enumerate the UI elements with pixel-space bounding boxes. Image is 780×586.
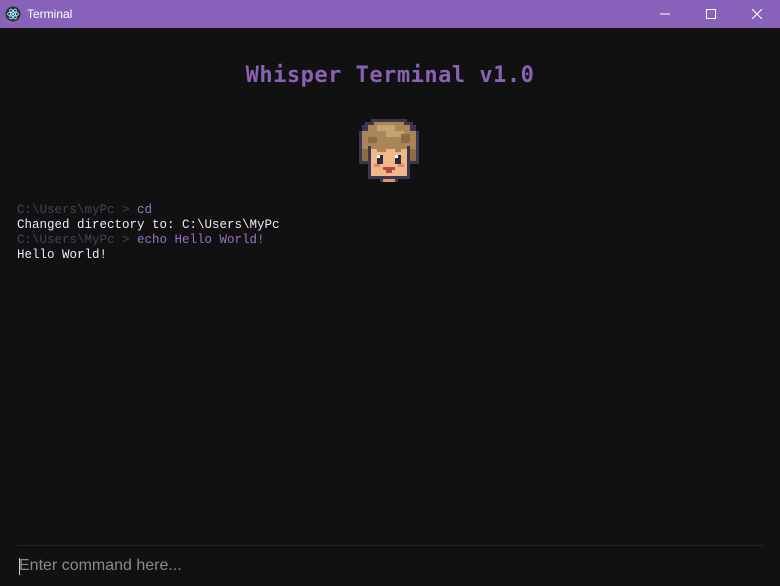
terminal-output: C:\Users\myPc > cd Changed directory to:… (17, 203, 280, 263)
window-controls (642, 0, 780, 28)
log-line-command: C:\Users\myPc > cd (17, 203, 280, 218)
log-line-output: Hello World! (17, 248, 108, 262)
title-bar[interactable]: Terminal (0, 0, 780, 28)
avatar (359, 119, 419, 182)
input-divider (17, 545, 763, 546)
prompt-text: C:\Users\MyPc > (17, 233, 130, 247)
maximize-button[interactable] (688, 0, 734, 28)
command-input[interactable] (17, 552, 759, 580)
terminal-window: Terminal Whisper Terminal v1.0 C:\Users\… (0, 0, 780, 586)
command-text: echo Hello World! (129, 233, 265, 247)
log-line-output: Changed directory to: C:\Users\MyPc (17, 218, 280, 232)
terminal-heading: Whisper Terminal v1.0 (245, 63, 535, 88)
command-text: cd (129, 203, 153, 217)
window-title: Terminal (27, 7, 73, 21)
log-line-command: C:\Users\MyPc > echo Hello World! (17, 233, 280, 248)
prompt-text: C:\Users\myPc > (17, 203, 130, 217)
minimize-button[interactable] (642, 0, 688, 28)
app-icon (5, 6, 21, 22)
minimize-icon (660, 13, 670, 15)
text-caret (19, 558, 20, 575)
close-icon (752, 9, 762, 19)
close-button[interactable] (734, 0, 780, 28)
maximize-icon (706, 9, 716, 19)
